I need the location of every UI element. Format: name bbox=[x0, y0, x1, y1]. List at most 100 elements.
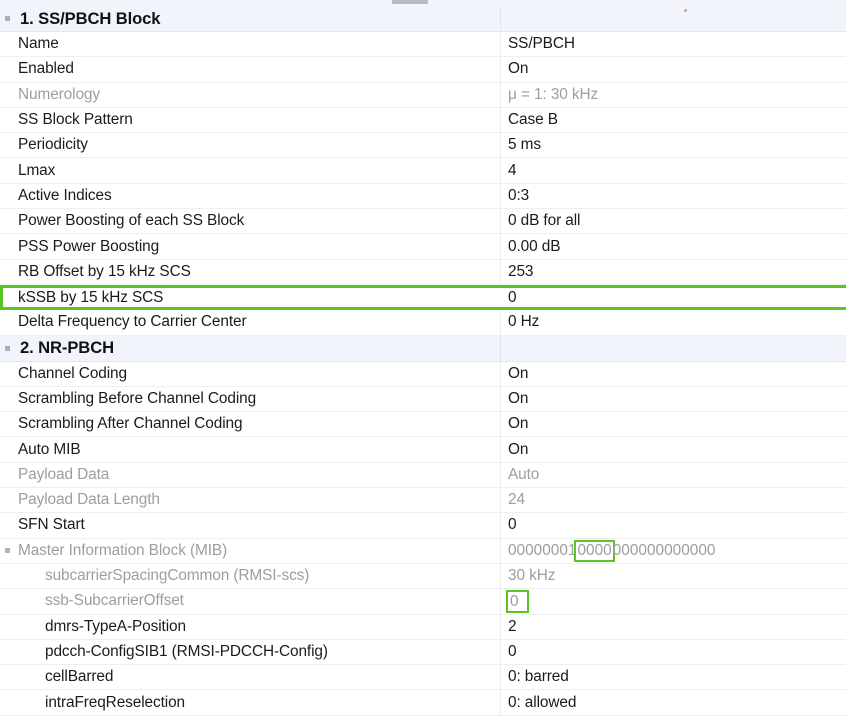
property-name: Channel Coding bbox=[18, 364, 127, 382]
property-name: Scrambling Before Channel Coding bbox=[18, 390, 257, 407]
mib-bits-highlighted[interactable]: 0000 bbox=[574, 539, 615, 562]
property-name: Payload Data Length bbox=[18, 491, 160, 509]
section-header-row[interactable]: 1. SS/PBCH Block bbox=[0, 6, 846, 32]
property-value[interactable]: 0 Hz bbox=[508, 310, 539, 334]
property-value[interactable]: 0 bbox=[508, 640, 517, 664]
property-row[interactable]: subcarrierSpacingCommon (RMSI-scs) 30 kHz bbox=[0, 563, 846, 590]
tree-toggle-icon[interactable] bbox=[0, 336, 14, 361]
property-name: Active Indices bbox=[18, 186, 112, 204]
property-name: kSSB by 15 kHz SCS bbox=[18, 288, 164, 306]
property-row[interactable]: Channel Coding On bbox=[0, 361, 846, 387]
property-value[interactable]: 0:3 bbox=[508, 184, 529, 208]
property-rows: 1. SS/PBCH Block Name SS/PBCH Enabled On Nume… bbox=[0, 6, 846, 716]
property-value[interactable]: On bbox=[508, 387, 528, 411]
row-gutter bbox=[0, 83, 14, 107]
property-value[interactable]: 0 dB for all bbox=[508, 209, 580, 233]
mib-bits-suffix: 000000000000 bbox=[612, 541, 716, 559]
section-header-row[interactable]: 2. NR-PBCH bbox=[0, 335, 846, 362]
property-row[interactable]: Scrambling Before Channel Coding On bbox=[0, 386, 846, 413]
property-value[interactable]: Auto bbox=[508, 463, 539, 487]
property-name: Numerology bbox=[18, 85, 100, 103]
property-name: Payload Data bbox=[18, 465, 110, 483]
property-row[interactable]: Name SS/PBCH bbox=[0, 32, 846, 58]
property-row[interactable]: SS Block Pattern Case B bbox=[0, 107, 846, 134]
row-gutter bbox=[0, 158, 14, 182]
tree-toggle-icon[interactable] bbox=[0, 539, 14, 563]
property-row[interactable]: Enabled On bbox=[0, 57, 846, 83]
tree-toggle-icon[interactable] bbox=[0, 6, 14, 31]
row-gutter bbox=[0, 184, 14, 208]
property-value[interactable]: On bbox=[508, 412, 528, 436]
property-name: pdcch-ConfigSIB1 (RMSI-PDCCH-Config) bbox=[45, 642, 328, 660]
property-name: SS Block Pattern bbox=[18, 111, 133, 129]
property-row[interactable]: Master Information Block (MIB) 00000001 00… bbox=[0, 538, 846, 564]
row-gutter bbox=[0, 362, 14, 386]
property-row[interactable]: cellBarred 0: barred bbox=[0, 665, 846, 691]
property-row[interactable]: Active Indices 0:3 bbox=[0, 183, 846, 210]
row-gutter bbox=[0, 260, 14, 284]
property-name: ssb-SubcarrierOffset bbox=[45, 592, 184, 610]
property-value[interactable]: SS/PBCH bbox=[508, 32, 575, 56]
property-name: Delta Frequency to Carrier Center bbox=[18, 313, 247, 331]
collapse-marker-icon bbox=[4, 16, 10, 21]
property-value[interactable]: 30 kHz bbox=[508, 564, 555, 588]
property-name: RB Offset by 15 kHz SCS bbox=[18, 262, 191, 280]
property-value[interactable]: 0: allowed bbox=[508, 690, 576, 714]
property-name: Periodicity bbox=[18, 136, 88, 154]
property-value[interactable]: On bbox=[508, 437, 528, 461]
property-name: Name bbox=[18, 35, 59, 53]
property-row[interactable]: SFN Start 0 bbox=[0, 513, 846, 539]
property-name: Power Boosting of each SS Block bbox=[18, 212, 245, 230]
row-gutter bbox=[0, 234, 14, 258]
property-value[interactable]: 0 bbox=[508, 513, 517, 537]
property-row[interactable]: Periodicity 5 ms bbox=[0, 133, 846, 159]
property-value[interactable]: 253 bbox=[508, 260, 533, 284]
row-gutter bbox=[0, 463, 14, 487]
property-row[interactable]: kSSB by 15 kHz SCS 0 bbox=[0, 284, 846, 311]
property-value[interactable]: 0: barred bbox=[508, 665, 569, 689]
row-gutter bbox=[0, 640, 14, 664]
property-value[interactable]: 2 bbox=[508, 615, 517, 639]
scroll-thumb-partial[interactable] bbox=[392, 0, 428, 4]
property-row[interactable]: dmrs-TypeA-Position 2 bbox=[0, 614, 846, 640]
property-value[interactable]: μ = 1: 30 kHz bbox=[508, 83, 598, 107]
property-value[interactable]: On bbox=[508, 57, 528, 81]
row-gutter bbox=[0, 387, 14, 411]
property-value[interactable]: 4 bbox=[508, 158, 517, 182]
property-row[interactable]: RB Offset by 15 kHz SCS 253 bbox=[0, 259, 846, 285]
property-row[interactable]: PSS Power Boosting 0.00 dB bbox=[0, 234, 846, 260]
property-row[interactable]: Payload Data Length 24 bbox=[0, 488, 846, 514]
row-gutter bbox=[0, 513, 14, 537]
property-row[interactable]: Payload Data Auto bbox=[0, 462, 846, 489]
property-value[interactable]: 00000001 0000 000000000000 bbox=[508, 539, 715, 563]
collapse-marker-icon bbox=[4, 548, 10, 554]
section-title: 1. SS/PBCH Block bbox=[20, 8, 161, 28]
row-gutter bbox=[0, 412, 14, 436]
property-name: PSS Power Boosting bbox=[18, 237, 160, 255]
property-row[interactable]: Scrambling After Channel Coding On bbox=[0, 412, 846, 438]
row-gutter bbox=[0, 57, 14, 81]
property-row[interactable]: Auto MIB On bbox=[0, 437, 846, 463]
property-row[interactable]: pdcch-ConfigSIB1 (RMSI-PDCCH-Config) 0 bbox=[0, 639, 846, 666]
property-row[interactable]: ssb-SubcarrierOffset 0 bbox=[0, 589, 846, 615]
row-gutter bbox=[0, 32, 14, 56]
property-value[interactable]: 5 ms bbox=[508, 133, 541, 157]
row-gutter bbox=[0, 209, 14, 233]
property-value[interactable]: 0 bbox=[508, 288, 517, 307]
property-row[interactable]: Numerology μ = 1: 30 kHz bbox=[0, 82, 846, 108]
property-row[interactable]: Power Boosting of each SS Block 0 dB for … bbox=[0, 209, 846, 235]
highlighted-value[interactable]: 0 bbox=[505, 589, 530, 613]
property-row[interactable]: Delta Frequency to Carrier Center 0 Hz bbox=[0, 310, 846, 336]
property-value[interactable]: 24 bbox=[508, 488, 525, 512]
property-name: intraFreqReselection bbox=[45, 693, 186, 711]
property-row[interactable]: Lmax 4 bbox=[0, 158, 846, 184]
property-name: Lmax bbox=[18, 161, 56, 179]
property-value[interactable]: Case B bbox=[508, 108, 558, 132]
property-value[interactable]: 0 bbox=[505, 589, 530, 613]
row-gutter bbox=[0, 589, 14, 613]
property-value[interactable]: On bbox=[508, 362, 528, 386]
property-value[interactable]: 0.00 dB bbox=[508, 234, 560, 258]
collapse-marker-icon bbox=[4, 345, 10, 351]
row-gutter bbox=[3, 288, 17, 307]
property-name: SFN Start bbox=[18, 516, 85, 534]
